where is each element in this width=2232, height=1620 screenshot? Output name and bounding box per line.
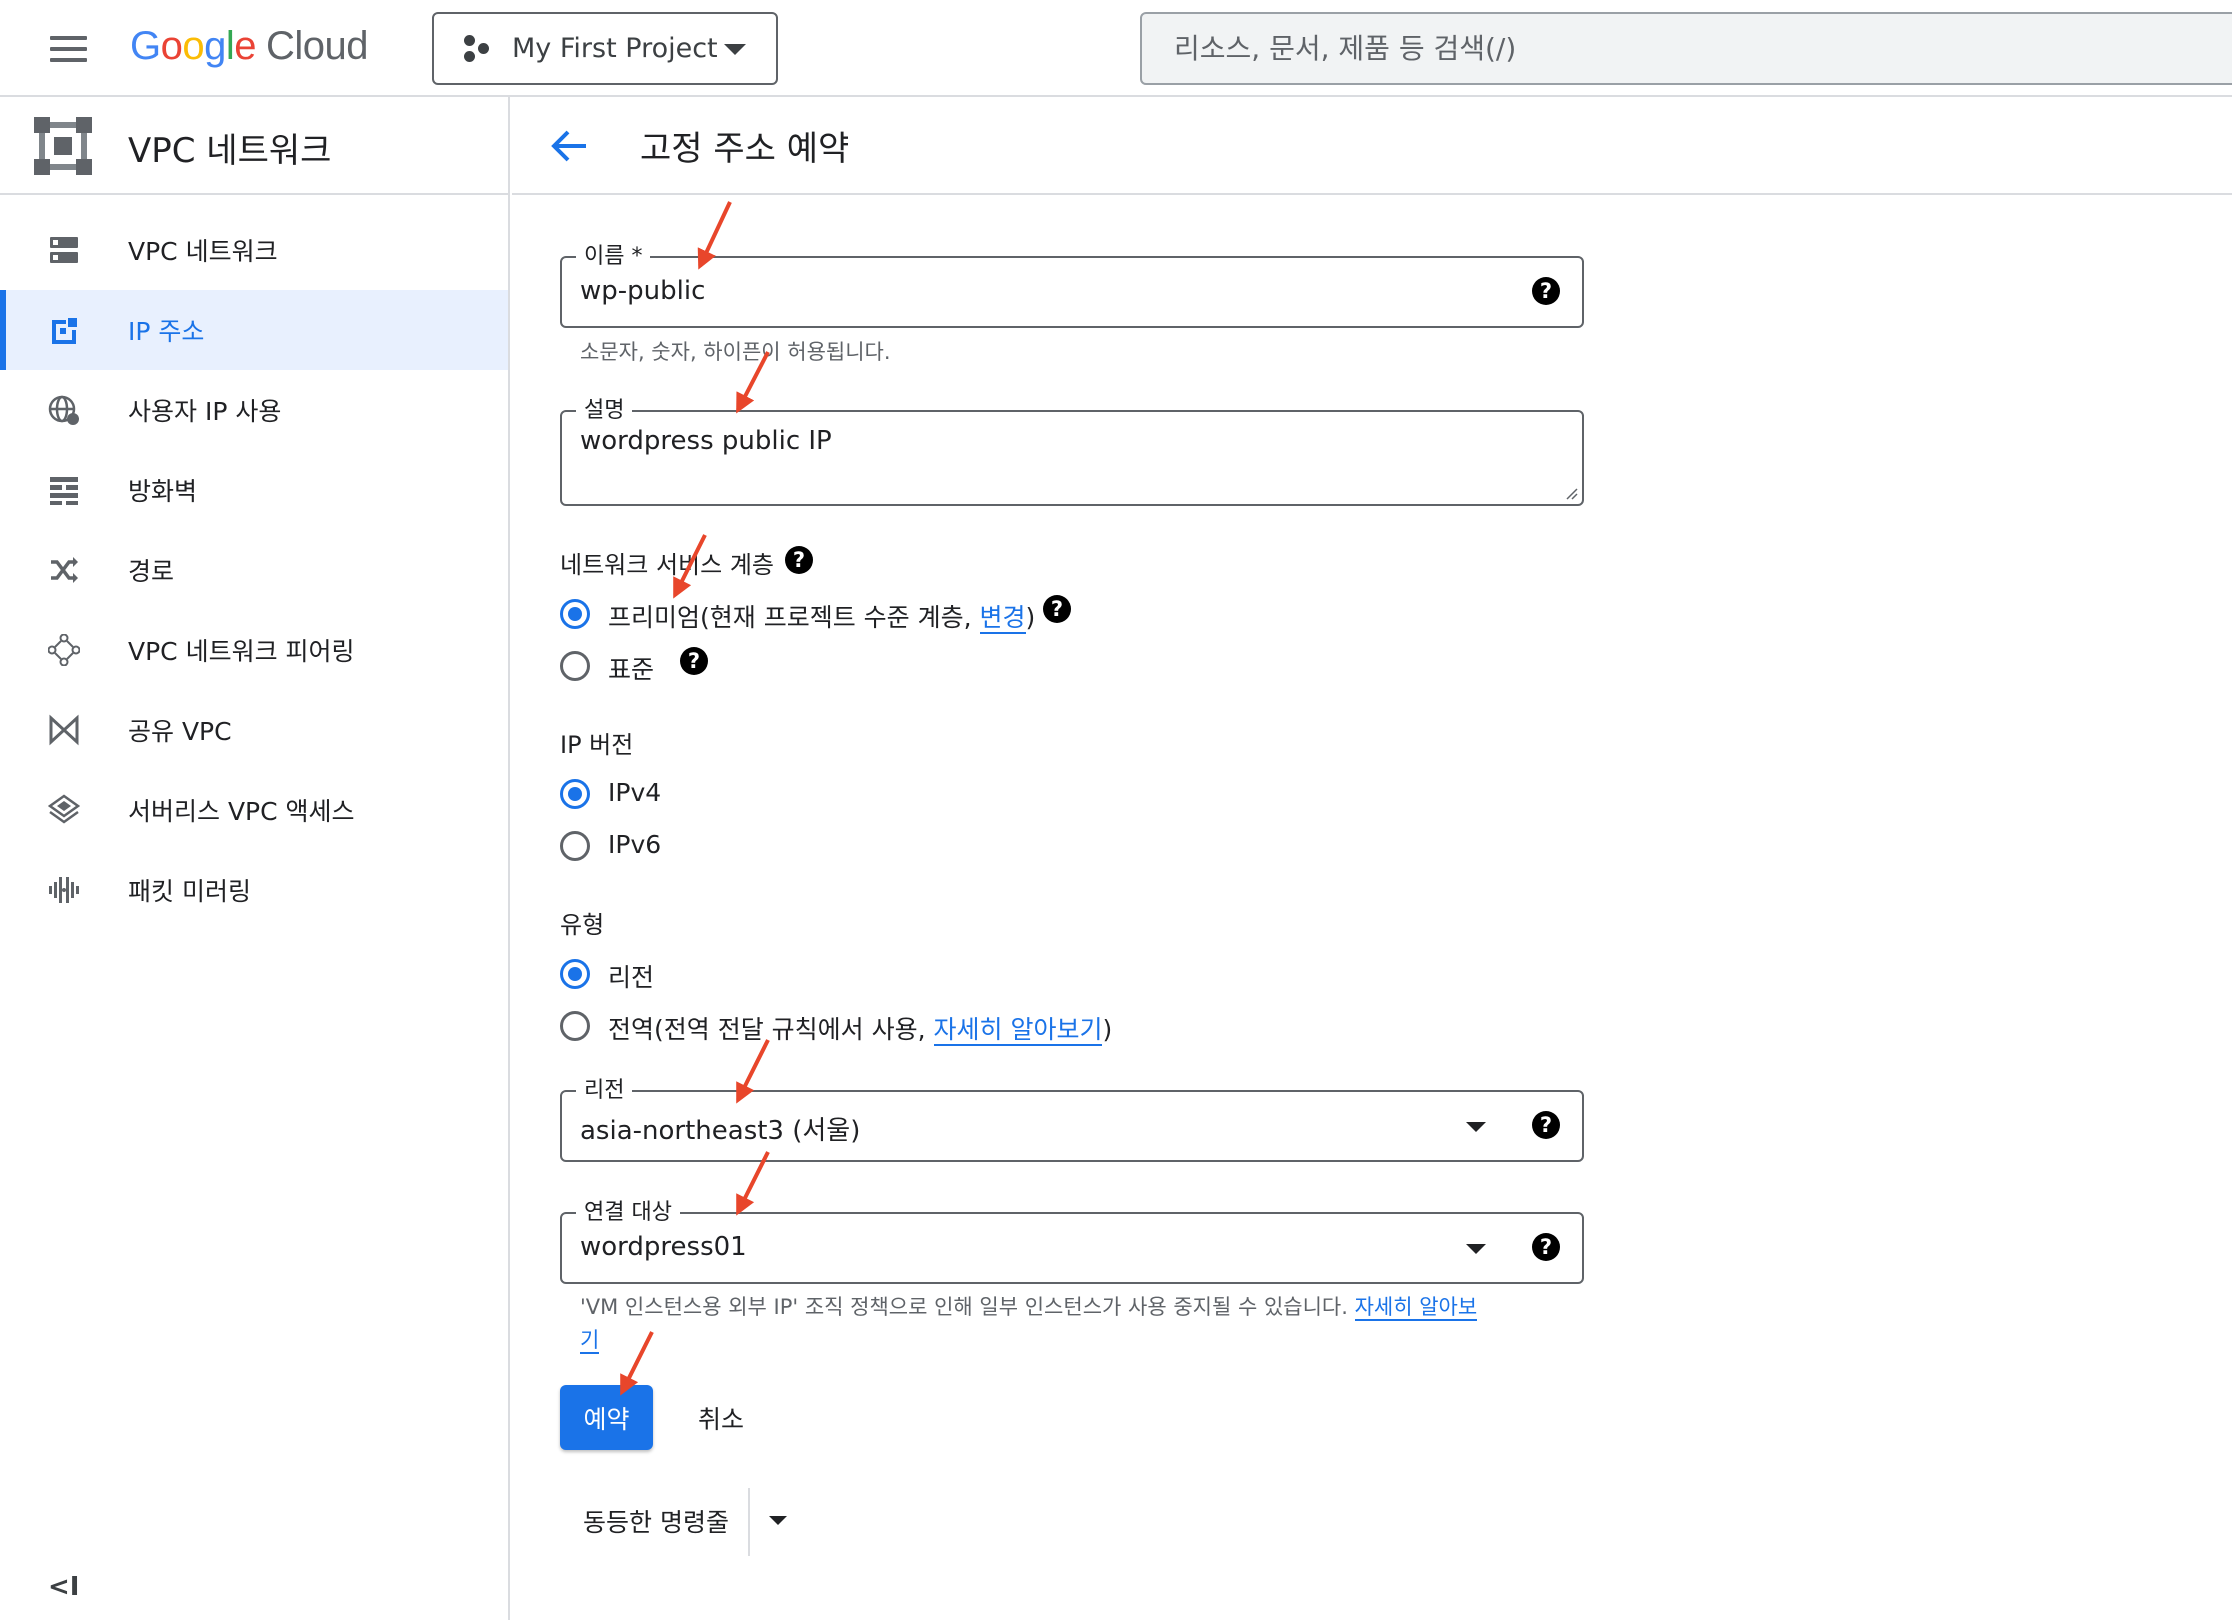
sidebar-item-label: 사용자 IP 사용 — [128, 397, 282, 426]
help-icon[interactable]: ? — [1532, 1111, 1560, 1139]
divider — [748, 1488, 750, 1556]
region-value: asia-northeast3 (서울) — [580, 1116, 861, 1146]
annotation-arrow — [620, 1331, 654, 1396]
collapse-sidebar-icon[interactable]: <I — [48, 1572, 79, 1602]
sidebar-item-label: 방화벽 — [128, 477, 198, 506]
learn-more-link[interactable]: 기 — [580, 1328, 600, 1354]
project-name: My First Project — [512, 33, 718, 64]
region-select[interactable]: 리전 asia-northeast3 (서울) ? — [560, 1072, 1584, 1162]
ipv4-label: IPv4 — [608, 778, 662, 807]
sidebar-item-packet-mirroring[interactable]: 패킷 미러링 — [0, 850, 508, 930]
sidebar-item-byoip[interactable]: 사용자 IP 사용 — [0, 370, 508, 450]
sidebar-item-label: VPC 네트워크 피어링 — [128, 637, 355, 666]
description-field[interactable]: 설명 wordpress public IP — [560, 392, 1584, 506]
sidebar-item-vpc-peering[interactable]: VPC 네트워크 피어링 — [0, 610, 508, 690]
shared-vpc-icon — [49, 714, 79, 746]
sidebar-item-label: VPC 네트워크 — [128, 237, 278, 266]
name-hint: 소문자, 숫자, 하이픈이 허용됩니다. — [580, 340, 891, 364]
packet-mirroring-icon — [49, 877, 79, 903]
sidebar-item-label: IP 주소 — [128, 317, 205, 346]
help-icon[interactable]: ? — [1532, 277, 1560, 305]
sidebar-title: VPC 네트워크 — [128, 131, 332, 171]
name-value[interactable]: wp-public — [580, 276, 705, 306]
learn-more-link[interactable]: 자세히 알아보 — [1354, 1295, 1478, 1321]
type-label: 유형 — [560, 911, 605, 939]
serverless-icon — [48, 794, 80, 824]
radio-button[interactable] — [560, 651, 590, 681]
project-icon — [462, 34, 492, 64]
sidebar-item-label: 패킷 미러링 — [128, 877, 251, 906]
top-bar: Google Cloud My First Project — [0, 0, 2232, 97]
regional-label: 리전 — [608, 963, 655, 992]
sidebar-item-ip-addresses[interactable]: IP 주소 — [0, 290, 508, 370]
peering-icon — [48, 634, 80, 666]
reserve-button[interactable]: 예약 — [560, 1385, 653, 1450]
sidebar: VPC 네트워크 VPC 네트워크 IP 주소 사용자 IP 사용 방화벽 경로… — [0, 97, 510, 1620]
description-value[interactable]: wordpress public IP — [580, 426, 832, 456]
chevron-down-icon[interactable] — [769, 1516, 787, 1525]
help-icon[interactable]: ? — [1532, 1233, 1560, 1261]
help-icon[interactable]: ? — [1043, 595, 1071, 623]
project-selector-button[interactable]: My First Project — [432, 12, 778, 85]
routes-icon — [51, 557, 78, 583]
vpc-networks-icon — [50, 237, 78, 263]
global-label: 전역(전역 전달 규칙에서 사용, 자세히 알아보기) — [608, 1015, 1113, 1046]
back-arrow-icon[interactable] — [548, 125, 590, 167]
main-menu-icon[interactable] — [50, 36, 87, 62]
name-field[interactable]: 이름 * wp-public ? — [560, 238, 1584, 328]
sidebar-item-vpc-networks[interactable]: VPC 네트워크 — [0, 210, 508, 290]
radio-button[interactable] — [560, 1011, 590, 1041]
change-tier-link[interactable]: 변경 — [979, 603, 1026, 634]
help-icon[interactable]: ? — [680, 647, 708, 675]
dropdown-caret-icon[interactable] — [1466, 1122, 1486, 1132]
radio-button-selected[interactable] — [560, 599, 590, 629]
sidebar-header: VPC 네트워크 — [0, 97, 510, 195]
sidebar-item-shared-vpc[interactable]: 공유 VPC — [0, 690, 508, 770]
name-label: 이름 * — [576, 238, 651, 270]
vpc-network-product-icon — [34, 117, 92, 175]
dropdown-caret-icon — [724, 44, 746, 55]
resize-handle-icon[interactable] — [1564, 486, 1578, 500]
radio-button[interactable] — [560, 831, 590, 861]
page-header: 고정 주소 예약 — [512, 97, 2232, 195]
radio-button-selected[interactable] — [560, 779, 590, 809]
google-cloud-logo[interactable]: Google Cloud — [130, 24, 369, 69]
attached-to-select[interactable]: 연결 대상 wordpress01 ? — [560, 1194, 1584, 1284]
page-title: 고정 주소 예약 — [640, 129, 850, 169]
cancel-button[interactable]: 취소 — [698, 1400, 744, 1436]
help-icon[interactable]: ? — [785, 546, 813, 574]
radio-button-selected[interactable] — [560, 959, 590, 989]
equivalent-command-line-button[interactable]: 동등한 명령줄 — [583, 1503, 729, 1539]
standard-label: 표준 — [608, 655, 655, 684]
attached-to-hint: 'VM 인스턴스용 외부 IP' 조직 정책으로 인해 일부 인스턴스가 사용 … — [580, 1295, 1478, 1321]
sidebar-item-label: 공유 VPC — [128, 717, 232, 746]
ip-version-label: IP 버전 — [560, 731, 634, 759]
network-tier-label: 네트워크 서비스 계층 — [560, 551, 774, 579]
attached-to-hint-wrap: 기 — [580, 1324, 600, 1354]
learn-more-link[interactable]: 자세히 알아보기 — [933, 1015, 1103, 1046]
attached-to-label: 연결 대상 — [576, 1194, 680, 1226]
region-label: 리전 — [576, 1072, 633, 1104]
sidebar-item-serverless-vpc-access[interactable]: 서버리스 VPC 액세스 — [0, 770, 508, 850]
premium-label: 프리미엄(현재 프로젝트 수준 계층, 변경) — [608, 603, 1036, 634]
sidebar-item-routes[interactable]: 경로 — [0, 530, 508, 610]
ipv6-label: IPv6 — [608, 830, 662, 859]
sidebar-item-firewall[interactable]: 방화벽 — [0, 450, 508, 530]
ip-address-icon — [52, 318, 77, 344]
search-input[interactable] — [1140, 12, 2232, 85]
sidebar-item-label: 경로 — [128, 557, 175, 586]
firewall-icon — [50, 477, 78, 505]
globe-icon — [48, 395, 79, 425]
sidebar-item-label: 서버리스 VPC 액세스 — [128, 797, 355, 826]
description-label: 설명 — [576, 392, 633, 424]
dropdown-caret-icon[interactable] — [1466, 1244, 1486, 1254]
attached-to-value: wordpress01 — [580, 1232, 747, 1262]
